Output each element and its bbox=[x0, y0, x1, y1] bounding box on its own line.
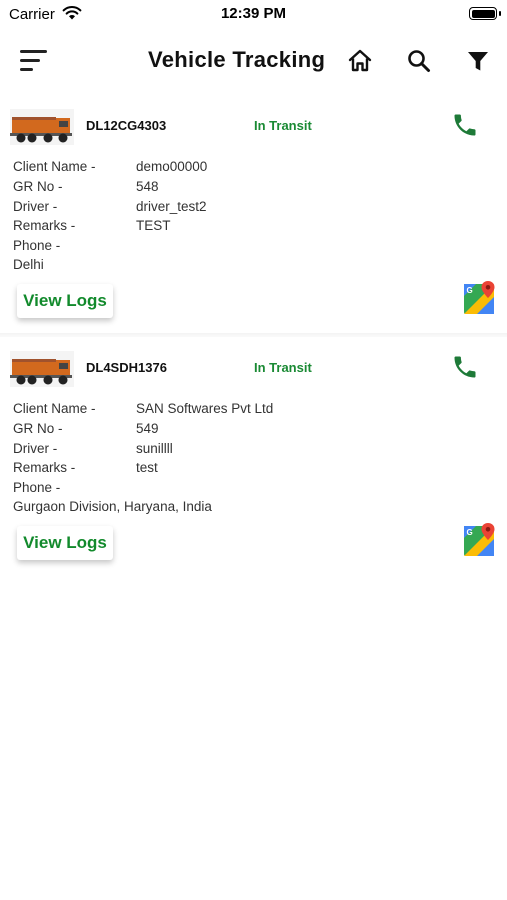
card-divider bbox=[0, 333, 507, 337]
remarks-label: Remarks - bbox=[13, 218, 76, 233]
phone-label: Phone - bbox=[13, 480, 61, 495]
google-maps-icon[interactable]: G bbox=[463, 281, 497, 315]
status-badge: In Transit bbox=[254, 118, 312, 133]
search-icon[interactable] bbox=[405, 47, 433, 75]
driver-value: driver_test2 bbox=[136, 199, 207, 214]
client-name-value: SAN Softwares Pvt Ltd bbox=[136, 401, 274, 416]
truck-image bbox=[10, 109, 74, 145]
gr-no-label: GR No - bbox=[13, 179, 63, 194]
remarks-label: Remarks - bbox=[13, 460, 76, 475]
client-name-label: Client Name - bbox=[13, 401, 96, 416]
home-icon[interactable] bbox=[346, 47, 374, 75]
vehicle-number: DL12CG4303 bbox=[86, 118, 167, 133]
gr-no-value: 549 bbox=[136, 421, 159, 436]
truck-image bbox=[10, 351, 74, 387]
phone-icon[interactable] bbox=[451, 353, 479, 381]
status-time: 12:39 PM bbox=[220, 5, 287, 22]
phone-icon[interactable] bbox=[451, 111, 479, 139]
svg-text:G: G bbox=[467, 528, 473, 537]
vehicle-card: DL12CG4303 In Transit Client Name - demo… bbox=[0, 105, 507, 343]
driver-label: Driver - bbox=[13, 199, 58, 214]
phone-label: Phone - bbox=[13, 238, 61, 253]
gr-no-label: GR No - bbox=[13, 421, 63, 436]
driver-value: sunillll bbox=[136, 441, 173, 456]
vehicle-card: DL4SDH1376 In Transit Client Name - SAN … bbox=[0, 347, 507, 585]
status-bar: Carrier 12:39 PM bbox=[0, 0, 507, 28]
vehicle-number: DL4SDH1376 bbox=[86, 360, 167, 375]
gr-no-value: 548 bbox=[136, 179, 159, 194]
battery-icon bbox=[469, 7, 497, 20]
status-badge: In Transit bbox=[254, 360, 312, 375]
svg-text:G: G bbox=[467, 286, 473, 295]
location-text: Delhi bbox=[13, 257, 44, 272]
remarks-value: test bbox=[136, 460, 158, 475]
remarks-value: TEST bbox=[136, 218, 171, 233]
view-logs-button[interactable]: View Logs bbox=[17, 526, 113, 560]
client-name-value: demo00000 bbox=[136, 159, 208, 174]
driver-label: Driver - bbox=[13, 441, 58, 456]
page-title: Vehicle Tracking bbox=[148, 47, 326, 72]
filter-icon[interactable] bbox=[464, 47, 492, 75]
google-maps-icon[interactable]: G bbox=[463, 523, 497, 557]
nav-bar: Vehicle Tracking bbox=[0, 38, 507, 84]
client-name-label: Client Name - bbox=[13, 159, 96, 174]
view-logs-button[interactable]: View Logs bbox=[17, 284, 113, 318]
menu-icon[interactable] bbox=[20, 48, 50, 74]
location-text: Gurgaon Division, Haryana, India bbox=[13, 499, 212, 514]
